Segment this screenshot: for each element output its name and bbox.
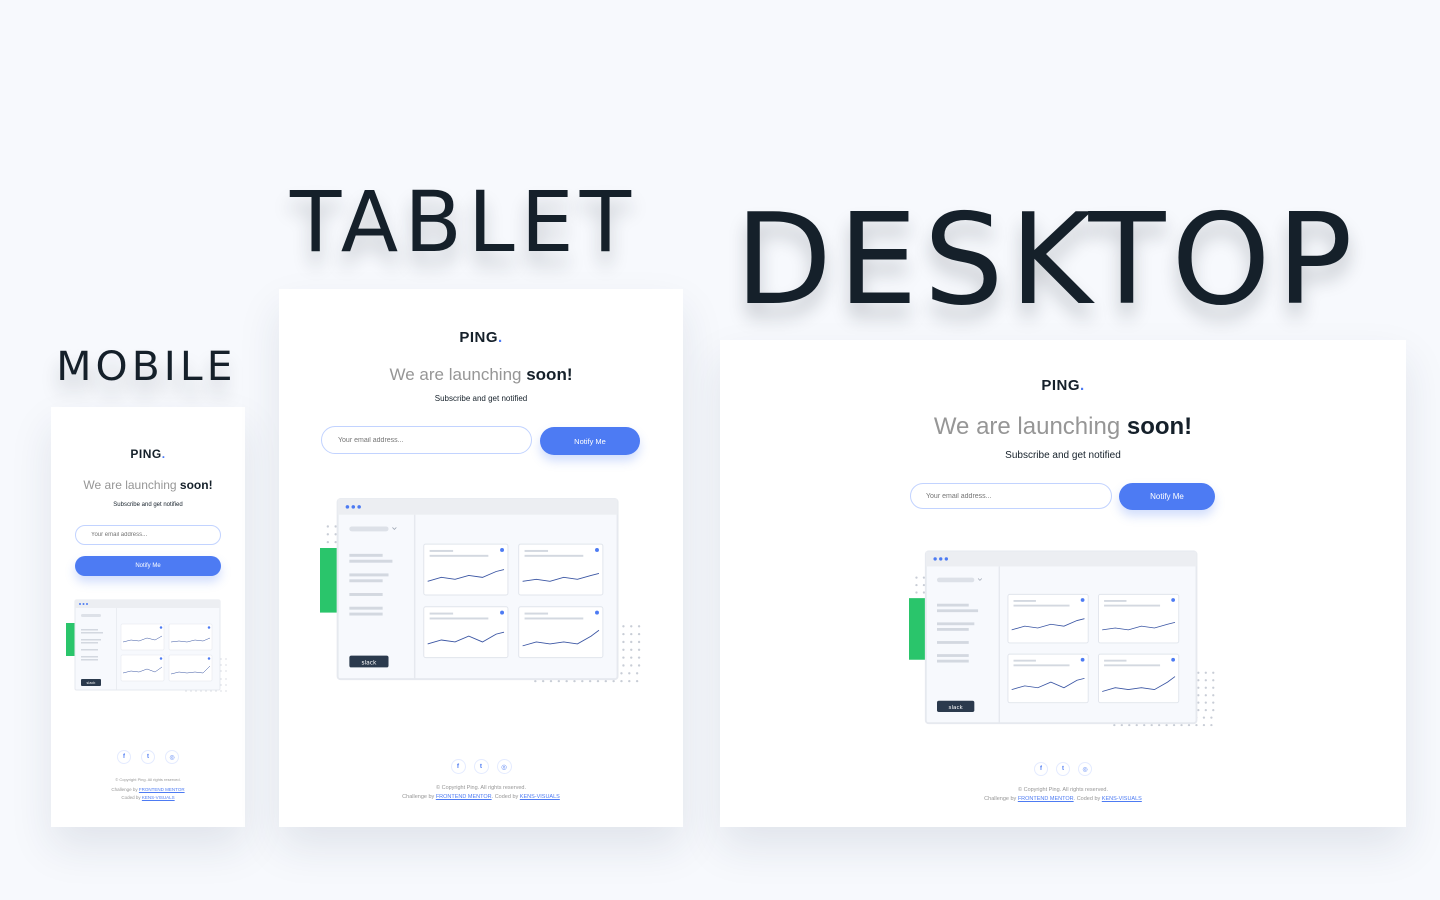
mobile-preview: PING. We are launching soon! Subscribe a… (51, 407, 245, 827)
credits: Challenge by FRONTEND MENTOR. Coded by K… (984, 796, 1142, 802)
subtitle: Subscribe and get notified (434, 394, 528, 403)
twitter-icon[interactable]: t (141, 750, 155, 764)
headline: We are launching soon! (83, 478, 213, 492)
challenge-credit: Challenge by FRONTEND MENTOR (111, 787, 185, 792)
frontend-mentor-link[interactable]: FRONTEND MENTOR (139, 787, 185, 792)
copyright: © Copyright Ping. All rights reserved. (115, 777, 181, 782)
facebook-icon[interactable]: f (117, 750, 131, 764)
logo: PING. (130, 447, 166, 461)
credits: Challenge by FRONTEND MENTOR. Coded by K… (402, 794, 560, 800)
tablet-heading: TABLET (290, 173, 638, 271)
frontend-mentor-link[interactable]: FRONTEND MENTOR (1018, 796, 1074, 802)
copyright: © Copyright Ping. All rights reserved. (1018, 787, 1108, 793)
copyright: © Copyright Ping. All rights reserved. (436, 785, 526, 791)
slack-label: slack (949, 705, 964, 711)
subtitle: Subscribe and get notified (113, 502, 183, 508)
instagram-icon[interactable]: ◎ (165, 750, 179, 764)
facebook-icon[interactable]: f (450, 759, 466, 774)
notify-button[interactable]: Notify Me (1119, 483, 1215, 510)
desktop-heading: DESKTOP (735, 186, 1359, 333)
social-links: f t ◎ (720, 762, 1406, 776)
social-links: f t ◎ (279, 759, 683, 774)
twitter-icon[interactable]: t (473, 759, 489, 774)
instagram-icon[interactable]: ◎ (496, 759, 512, 774)
email-input[interactable] (910, 483, 1112, 509)
headline: We are launching soon! (389, 365, 573, 384)
slack-label: slack (361, 660, 376, 666)
logo: PING. (1041, 377, 1085, 394)
notify-button[interactable]: Notify Me (540, 427, 640, 455)
headline: We are launching soon! (933, 413, 1193, 440)
dashboard-illustration: slack (66, 599, 231, 694)
coded-credit: Coded by KENS-VISUALS (121, 795, 175, 800)
dashboard-illustration: slack (909, 548, 1217, 736)
dashboard-illustration: slack (320, 497, 643, 691)
tablet-preview: PING. We are launching soon! Subscribe a… (279, 289, 683, 827)
slack-label: slack (87, 681, 97, 685)
desktop-preview: PING. We are launching soon! Subscribe a… (720, 340, 1406, 827)
frontend-mentor-link[interactable]: FRONTEND MENTOR (436, 794, 492, 800)
twitter-icon[interactable]: t (1056, 762, 1070, 776)
kens-visuals-link[interactable]: KENS-VISUALS (1102, 796, 1142, 802)
email-input[interactable] (75, 525, 221, 545)
instagram-icon[interactable]: ◎ (1078, 762, 1092, 776)
kens-visuals-link[interactable]: KENS-VISUALS (142, 795, 175, 800)
kens-visuals-link[interactable]: KENS-VISUALS (520, 794, 560, 800)
mobile-heading: MOBILE (56, 344, 237, 390)
subtitle: Subscribe and get notified (1005, 450, 1121, 461)
notify-button[interactable]: Notify Me (75, 556, 221, 576)
email-input[interactable] (321, 426, 532, 454)
facebook-icon[interactable]: f (1034, 762, 1048, 776)
logo: PING. (459, 329, 503, 346)
social-links: f t ◎ (51, 750, 245, 764)
